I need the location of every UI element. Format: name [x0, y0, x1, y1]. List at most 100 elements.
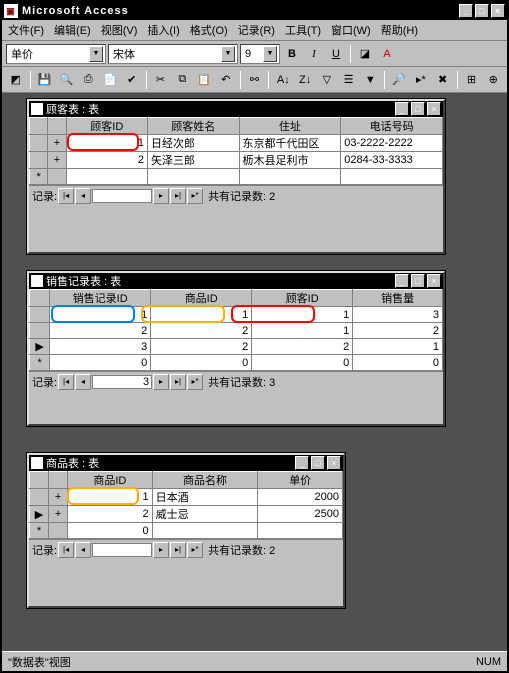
view-button[interactable]: ◩ [6, 70, 26, 90]
find-button[interactable]: 🔎 [389, 70, 409, 90]
cell[interactable]: 3 [353, 307, 443, 323]
cell[interactable]: 1 [151, 307, 252, 323]
cell[interactable]: 2 [50, 323, 151, 339]
new-record-button[interactable]: ▸* [411, 70, 431, 90]
nav-new-button[interactable]: ▸* [187, 542, 203, 558]
child-max-button[interactable]: □ [411, 274, 425, 288]
font-combo[interactable]: 宋体▼ [108, 44, 238, 64]
nav-prev-button[interactable]: ◂ [75, 374, 91, 390]
cell[interactable]: 2000 [258, 489, 343, 506]
row-selector[interactable] [30, 489, 49, 506]
cell[interactable]: 1 [66, 135, 147, 152]
nav-last-button[interactable]: ▸| [170, 542, 186, 558]
cell[interactable] [147, 169, 239, 185]
cell[interactable]: 2 [151, 339, 252, 355]
select-all[interactable] [30, 472, 49, 489]
nav-position-input[interactable] [92, 189, 152, 203]
search-button[interactable]: 🔍 [57, 70, 77, 90]
print-button[interactable]: ⎙ [78, 70, 98, 90]
link-button[interactable]: ⚯ [245, 70, 265, 90]
nav-position-input[interactable] [92, 375, 152, 389]
nav-new-button[interactable]: ▸* [187, 188, 203, 204]
child-close-button[interactable]: × [427, 102, 441, 116]
undo-button[interactable]: ↶ [216, 70, 236, 90]
menu-item[interactable]: 帮助(H) [381, 25, 418, 37]
column-header[interactable]: 顾客ID [252, 290, 353, 307]
column-header[interactable]: 单价 [258, 472, 343, 489]
child-titlebar[interactable]: 顾客表 : 表_□× [29, 101, 443, 117]
fontcolor-button[interactable]: A [377, 44, 397, 64]
paste-button[interactable]: 📋 [194, 70, 214, 90]
cell[interactable]: 2 [68, 506, 153, 523]
filter-sel-button[interactable]: ▽ [317, 70, 337, 90]
cell[interactable]: 2 [353, 323, 443, 339]
cut-button[interactable]: ✂ [151, 70, 171, 90]
delete-record-button[interactable]: ✖ [433, 70, 453, 90]
select-all[interactable] [30, 118, 48, 135]
cell[interactable]: 3 [50, 339, 151, 355]
cell[interactable]: 0 [68, 523, 153, 539]
column-header[interactable]: 住址 [239, 118, 341, 135]
column-header[interactable]: 电话号码 [341, 118, 443, 135]
cell[interactable]: 2500 [258, 506, 343, 523]
child-min-button[interactable]: _ [395, 102, 409, 116]
nav-next-button[interactable]: ▸ [153, 542, 169, 558]
nav-first-button[interactable]: |◂ [58, 542, 74, 558]
menu-item[interactable]: 窗口(W) [331, 25, 371, 37]
save-button[interactable]: 💾 [35, 70, 55, 90]
cell[interactable]: 0 [252, 355, 353, 371]
cell[interactable]: 1 [50, 307, 151, 323]
expand-button[interactable] [48, 169, 66, 185]
nav-last-button[interactable]: ▸| [170, 374, 186, 390]
underline-button[interactable]: U [326, 44, 346, 64]
menu-item[interactable]: 视图(V) [101, 25, 138, 37]
menu-item[interactable]: 格式(O) [190, 25, 228, 37]
menu-item[interactable]: 记录(R) [238, 25, 275, 37]
row-selector[interactable]: * [30, 523, 49, 539]
column-header[interactable]: 商品ID [68, 472, 153, 489]
row-selector[interactable]: ▶ [30, 339, 50, 355]
child-close-button[interactable]: × [327, 456, 341, 470]
newobj-button[interactable]: ⊕ [483, 70, 503, 90]
nav-position-input[interactable] [92, 543, 152, 557]
child-max-button[interactable]: □ [411, 102, 425, 116]
nav-last-button[interactable]: ▸| [170, 188, 186, 204]
child-min-button[interactable]: _ [395, 274, 409, 288]
bold-button[interactable]: B [282, 44, 302, 64]
row-selector[interactable]: * [30, 169, 48, 185]
nav-first-button[interactable]: |◂ [58, 188, 74, 204]
column-header[interactable]: 顾客ID [66, 118, 147, 135]
cell[interactable]: 1 [252, 323, 353, 339]
filter-form-button[interactable]: ☰ [339, 70, 359, 90]
cell[interactable]: 东京都千代田区 [239, 135, 341, 152]
cell[interactable]: 2 [151, 323, 252, 339]
cell[interactable] [239, 169, 341, 185]
child-titlebar[interactable]: 销售记录表 : 表_□× [29, 273, 443, 289]
maximize-button[interactable]: □ [475, 4, 489, 18]
field-combo[interactable]: 单价▼ [6, 44, 106, 64]
dbwin-button[interactable]: ⊞ [462, 70, 482, 90]
column-header[interactable]: 销售量 [353, 290, 443, 307]
cell[interactable]: 2 [252, 339, 353, 355]
cell[interactable]: 03-2222-2222 [341, 135, 443, 152]
nav-prev-button[interactable]: ◂ [75, 188, 91, 204]
fillcolor-button[interactable]: ◪ [355, 44, 375, 64]
copy-button[interactable]: ⧉ [172, 70, 192, 90]
preview-button[interactable]: 📄 [100, 70, 120, 90]
menu-item[interactable]: 插入(I) [147, 25, 179, 37]
nav-prev-button[interactable]: ◂ [75, 542, 91, 558]
cell[interactable]: 1 [68, 489, 153, 506]
column-header[interactable]: 顾客姓名 [147, 118, 239, 135]
child-min-button[interactable]: _ [295, 456, 309, 470]
row-selector[interactable] [30, 323, 50, 339]
cell[interactable]: 1 [252, 307, 353, 323]
row-selector[interactable] [30, 135, 48, 152]
cell[interactable]: 0 [353, 355, 443, 371]
expand-button[interactable]: + [48, 152, 66, 169]
row-selector[interactable] [30, 152, 48, 169]
close-button[interactable]: × [491, 4, 505, 18]
expand-button[interactable]: + [49, 489, 68, 506]
cell[interactable]: 0 [50, 355, 151, 371]
cell[interactable]: 2 [66, 152, 147, 169]
child-close-button[interactable]: × [427, 274, 441, 288]
